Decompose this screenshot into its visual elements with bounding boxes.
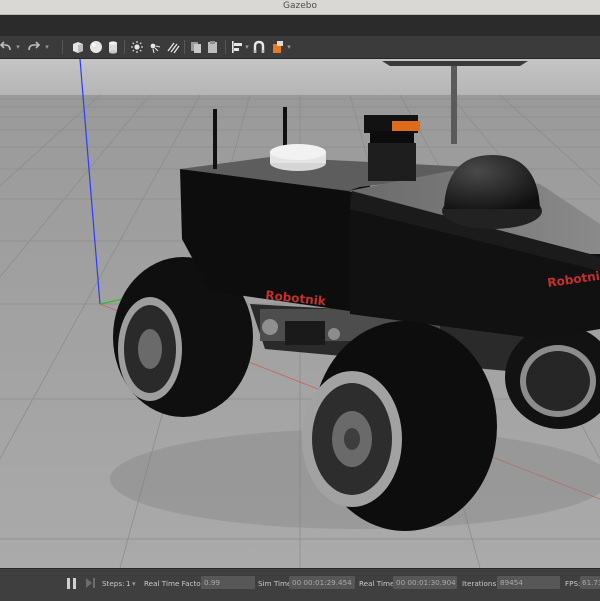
iterations-label: Iterations:: [462, 579, 499, 588]
status-bar: Steps: 1 ▾ Real Time Factor: 0.99 Sim Ti…: [0, 568, 600, 601]
scene-canvas[interactable]: Robotnik Robotnik: [0, 59, 600, 568]
cylinder-icon[interactable]: [106, 39, 120, 55]
step-icon[interactable]: [86, 578, 92, 588]
iterations-field: 89454: [497, 576, 560, 589]
rtf-field: 0.99: [201, 576, 255, 589]
toolbar-separator: [124, 40, 125, 54]
pause-icon: [73, 578, 76, 589]
sim-time-field: 00 00:01:29.454: [289, 576, 355, 589]
paste-icon[interactable]: [206, 39, 220, 55]
pause-icon: [67, 578, 70, 589]
fps-field: 61.73: [580, 576, 600, 589]
box-icon[interactable]: [70, 39, 86, 55]
antenna-left: [213, 109, 217, 169]
fps-label: FPS:: [565, 579, 581, 588]
toolbar: ▾ ▾ ▾ ▾: [0, 36, 600, 59]
align-dropdown-icon[interactable]: ▾: [243, 39, 251, 55]
window-titlebar: Gazebo: [0, 0, 600, 15]
color-dropdown-icon[interactable]: ▾: [285, 39, 293, 55]
steps-dropdown-icon[interactable]: ▾: [132, 579, 136, 588]
menu-bar: [0, 15, 600, 36]
toolbar-separator: [225, 40, 226, 54]
undo-dropdown-icon[interactable]: ▾: [14, 39, 22, 55]
toolbar-separator: [184, 40, 185, 54]
copy-icon[interactable]: [189, 39, 203, 55]
redo-icon[interactable]: [27, 39, 41, 55]
undo-icon[interactable]: [0, 39, 12, 55]
steps-value[interactable]: 1: [126, 579, 131, 588]
steps-label: Steps:: [102, 579, 125, 588]
point-light-icon[interactable]: [130, 39, 144, 55]
step-icon: [93, 578, 95, 588]
spot-light-icon[interactable]: [148, 39, 162, 55]
gps-antenna: [270, 144, 326, 171]
sphere-icon[interactable]: [88, 39, 104, 55]
scene-viewport[interactable]: Robotnik Robotnik: [0, 59, 600, 568]
window-title: Gazebo: [283, 1, 317, 11]
color-icon[interactable]: [271, 39, 285, 55]
redo-dropdown-icon[interactable]: ▾: [43, 39, 51, 55]
pause-button[interactable]: [67, 578, 78, 589]
real-time-field: 00 00:01:30.904: [393, 576, 457, 589]
directional-light-icon[interactable]: [166, 39, 180, 55]
toolbar-separator: [62, 40, 63, 54]
real-time-label: Real Time:: [359, 579, 397, 588]
lidar-sensor: [364, 115, 420, 181]
align-icon[interactable]: [230, 39, 244, 55]
snap-icon[interactable]: [252, 39, 266, 55]
rtf-label: Real Time Factor:: [144, 579, 206, 588]
